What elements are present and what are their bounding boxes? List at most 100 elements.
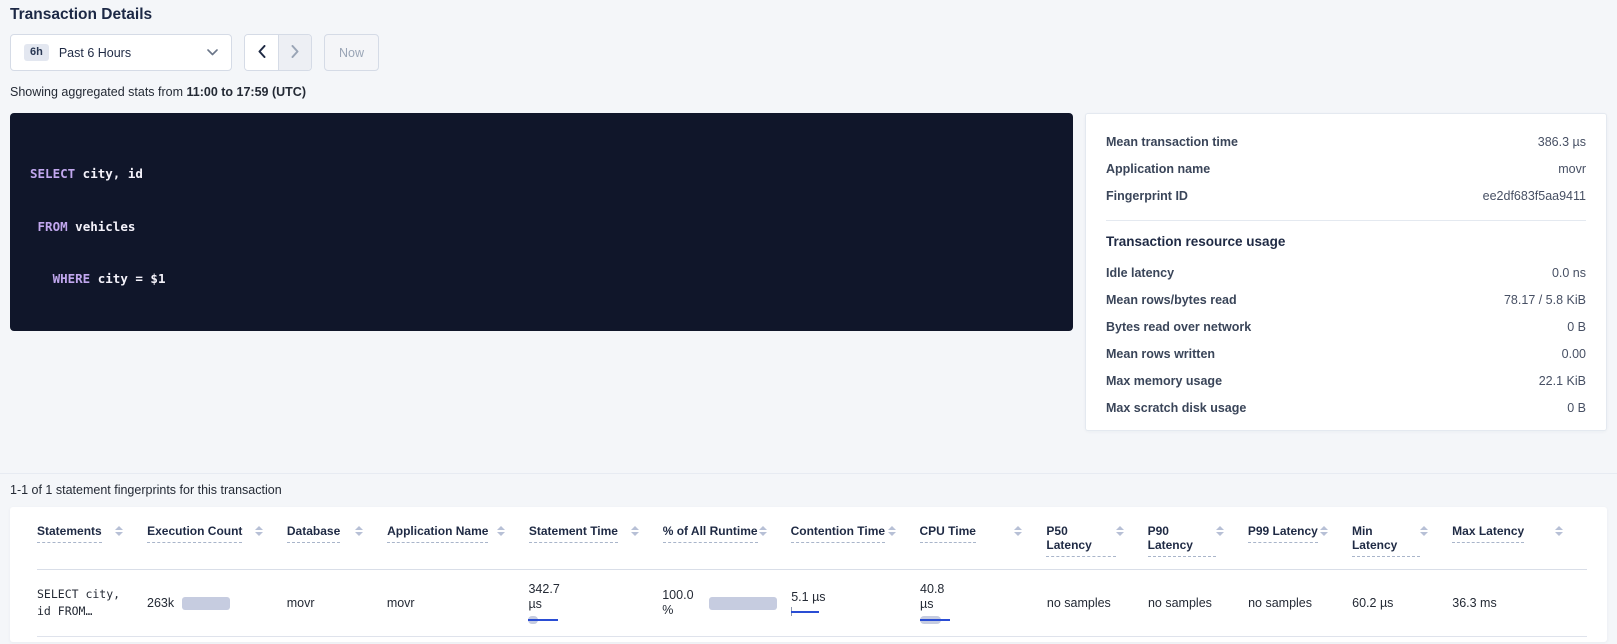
time-controls: 6h Past 6 Hours Now: [10, 34, 1607, 71]
sql-indent: [30, 271, 53, 286]
now-button[interactable]: Now: [324, 34, 379, 71]
time-range-label: Past 6 Hours: [59, 46, 131, 60]
statement-link[interactable]: SELECT city, id FROM…: [37, 586, 147, 620]
sort-carets-icon[interactable]: [631, 526, 639, 536]
cell-p50-latency: no samples: [1047, 596, 1148, 610]
sort-carets-icon[interactable]: [1116, 526, 1124, 536]
table-row: SELECT city, id FROM… 263k movr movr 342…: [37, 570, 1587, 637]
stat-label: Mean rows written: [1106, 347, 1215, 361]
column-header-statements[interactable]: Statements: [37, 524, 147, 569]
column-header-min-latency[interactable]: Min Latency: [1352, 524, 1452, 569]
column-header-database[interactable]: Database: [287, 524, 387, 569]
max-latency-value: 36.3 ms: [1452, 596, 1496, 610]
cell-cpu-time: 40.8 µs: [920, 582, 1047, 625]
contention-time-bar: [791, 607, 819, 617]
sort-carets-icon[interactable]: [1420, 526, 1428, 536]
stat-value: 0 B: [1567, 320, 1586, 334]
column-header-p99-latency[interactable]: P99 Latency: [1248, 524, 1352, 569]
stat-label: Max memory usage: [1106, 374, 1222, 388]
stat-label: Idle latency: [1106, 266, 1174, 280]
cell-min-latency: 60.2 µs: [1352, 596, 1452, 610]
resource-usage-heading: Transaction resource usage: [1106, 234, 1586, 249]
stat-row-mean-rows-bytes-read: Mean rows/bytes read 78.17 / 5.8 KiB: [1106, 286, 1586, 313]
stat-value: 78.17 / 5.8 KiB: [1504, 293, 1586, 307]
column-header-cpu-time[interactable]: CPU Time: [920, 524, 1047, 569]
column-header-contention-time[interactable]: Contention Time: [791, 524, 920, 569]
prev-time-button[interactable]: [245, 35, 278, 70]
cell-statement-time: 342.7 µs: [528, 582, 662, 625]
time-range-dropdown[interactable]: 6h Past 6 Hours: [10, 34, 232, 71]
aggregation-period-prefix: Showing aggregated stats from: [10, 85, 187, 99]
time-range-badge: 6h: [24, 44, 49, 61]
application-name-value: movr: [387, 596, 415, 610]
statements-section: 1-1 of 1 statement fingerprints for this…: [0, 473, 1617, 642]
stat-row-fingerprint-id: Fingerprint ID ee2df683f5aa9411: [1106, 182, 1586, 209]
column-header-statement-time[interactable]: Statement Time: [529, 524, 663, 569]
sort-carets-icon[interactable]: [1216, 526, 1224, 536]
sort-carets-icon[interactable]: [1555, 526, 1563, 536]
stat-row-max-memory-usage: Max memory usage 22.1 KiB: [1106, 367, 1586, 394]
chevron-right-icon: [291, 45, 299, 61]
sort-carets-icon[interactable]: [888, 526, 896, 536]
pct-of-all-runtime-bar: [709, 597, 777, 610]
stat-row-mean-rows-written: Mean rows written 0.00: [1106, 340, 1586, 367]
min-latency-value: 60.2 µs: [1352, 596, 1393, 610]
statement-time-value: 342.7 µs: [528, 582, 570, 612]
cell-execution-count: 263k: [147, 596, 287, 610]
stat-label: Mean transaction time: [1106, 135, 1238, 149]
column-header-pct-of-all-runtime[interactable]: % of All Runtime: [663, 524, 791, 569]
sort-carets-icon[interactable]: [355, 526, 363, 536]
stat-row-max-scratch-disk-usage: Max scratch disk usage 0 B: [1106, 394, 1586, 421]
sql-indent: [30, 219, 38, 234]
page-title: Transaction Details: [10, 6, 1607, 24]
transaction-details-page: Transaction Details 6h Past 6 Hours Now …: [0, 6, 1617, 431]
sort-carets-icon[interactable]: [255, 526, 263, 536]
stat-value: 0.00: [1562, 347, 1586, 361]
column-header-p90-latency[interactable]: P90 Latency: [1148, 524, 1248, 569]
table-header-row: Statements Execution Count Database Appl…: [37, 507, 1587, 570]
chevron-left-icon: [258, 45, 266, 61]
p90-latency-value: no samples: [1148, 596, 1212, 610]
sort-carets-icon[interactable]: [1320, 526, 1328, 536]
stat-label: Fingerprint ID: [1106, 189, 1188, 203]
cpu-time-bar: [920, 615, 950, 625]
column-header-max-latency[interactable]: Max Latency: [1452, 524, 1587, 569]
stat-label: Max scratch disk usage: [1106, 401, 1246, 415]
database-value: movr: [287, 596, 315, 610]
stat-label: Mean rows/bytes read: [1106, 293, 1237, 307]
statements-table: Statements Execution Count Database Appl…: [10, 507, 1607, 642]
main-row: SELECT city, id FROM vehicles WHERE city…: [10, 113, 1607, 431]
contention-time-value: 5.1 µs: [791, 590, 906, 604]
execution-count-value: 263k: [147, 596, 174, 610]
stat-label: Application name: [1106, 162, 1210, 176]
next-time-button[interactable]: [278, 35, 311, 70]
column-header-execution-count[interactable]: Execution Count: [147, 524, 287, 569]
sort-carets-icon[interactable]: [759, 526, 767, 536]
stat-value: movr: [1558, 162, 1586, 176]
sort-carets-icon[interactable]: [497, 526, 505, 536]
sql-keyword: FROM: [38, 219, 68, 234]
sort-carets-icon[interactable]: [115, 526, 123, 536]
cell-p90-latency: no samples: [1148, 596, 1248, 610]
cell-p99-latency: no samples: [1248, 596, 1352, 610]
stat-row-application-name: Application name movr: [1106, 155, 1586, 182]
sql-keyword: WHERE: [53, 271, 91, 286]
fingerprints-count-text: 1-1 of 1 statement fingerprints for this…: [10, 483, 1607, 497]
column-header-application-name[interactable]: Application Name: [387, 524, 529, 569]
aggregation-period-range: 11:00 to 17:59 (UTC): [187, 85, 306, 99]
stat-value: 386.3 µs: [1538, 135, 1586, 149]
stat-row-mean-transaction-time: Mean transaction time 386.3 µs: [1106, 128, 1586, 155]
stat-value: 0.0 ns: [1552, 266, 1586, 280]
sql-line: WHERE city = $1: [30, 270, 1053, 288]
sort-carets-icon[interactable]: [1014, 526, 1022, 536]
stat-row-bytes-read-over-network: Bytes read over network 0 B: [1106, 313, 1586, 340]
cell-contention-time: 5.1 µs: [791, 590, 920, 617]
sql-text: vehicles: [68, 219, 136, 234]
stat-value: 0 B: [1567, 401, 1586, 415]
statement-text-line1: SELECT city,: [37, 586, 133, 603]
p99-latency-value: no samples: [1248, 596, 1312, 610]
column-header-p50-latency[interactable]: P50 Latency: [1046, 524, 1147, 569]
sql-text: city = $1: [90, 271, 165, 286]
cell-application-name: movr: [387, 596, 529, 610]
aggregation-period-text: Showing aggregated stats from 11:00 to 1…: [10, 85, 1607, 99]
